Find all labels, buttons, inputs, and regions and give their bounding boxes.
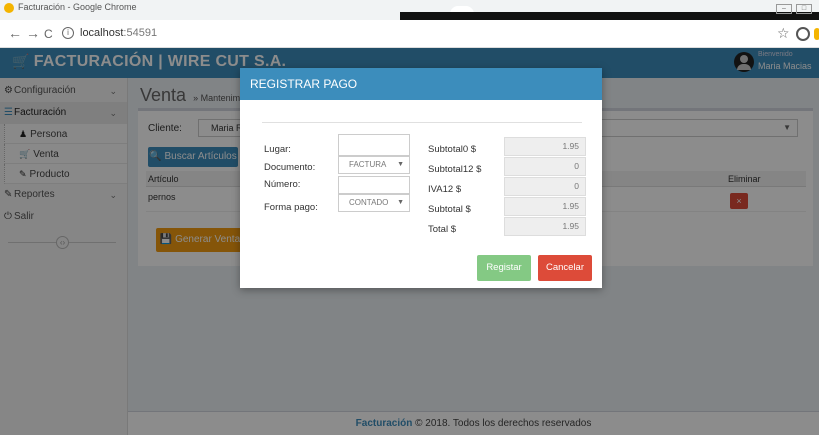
browser-dark-strip: [400, 12, 819, 20]
extension-icon[interactable]: [814, 28, 819, 40]
browser-tab-title: Facturación - Google Chrome: [18, 2, 137, 12]
reload-icon[interactable]: C: [44, 27, 53, 41]
subtotal12-label: Subtotal12 $: [428, 164, 482, 175]
total-value: 1.95: [504, 217, 586, 236]
forma-pago-value: CONTADO: [349, 198, 389, 207]
bookmark-star-icon[interactable]: ☆: [777, 25, 790, 42]
profile-icon[interactable]: [796, 27, 810, 41]
browser-address-bar: ← → C i localhost:54591 ☆: [0, 20, 819, 48]
register-button[interactable]: Registar: [477, 255, 531, 281]
total-label: Total $: [428, 224, 456, 235]
lugar-label: Lugar:: [264, 144, 291, 155]
subtotal12-value: 0: [504, 157, 586, 176]
subtotal-label: Subtotal $: [428, 204, 471, 215]
documento-select[interactable]: FACTURA ▼: [338, 156, 410, 174]
lugar-field[interactable]: [338, 134, 410, 156]
modal-divider: [262, 122, 582, 123]
documento-value: FACTURA: [349, 160, 387, 169]
forma-pago-label: Forma pago:: [264, 202, 318, 213]
subtotal0-label: Subtotal0 $: [428, 144, 477, 155]
cancel-button[interactable]: Cancelar: [538, 255, 592, 281]
iva12-label: IVA12 $: [428, 184, 462, 195]
back-arrow-icon[interactable]: ←: [8, 26, 22, 40]
maximize-icon[interactable]: □: [796, 4, 812, 14]
chrome-favicon-icon: [4, 3, 14, 13]
numero-field[interactable]: [338, 176, 410, 194]
site-info-icon[interactable]: i: [62, 27, 74, 39]
forma-pago-select[interactable]: CONTADO ▼: [338, 194, 410, 212]
url-port: :54591: [123, 27, 158, 39]
subtotal-value: 1.95: [504, 197, 586, 216]
browser-titlebar: Facturación - Google Chrome – □: [0, 0, 819, 22]
modal-title: REGISTRAR PAGO: [240, 68, 602, 100]
minimize-icon[interactable]: –: [776, 4, 792, 14]
numero-label: Número:: [264, 179, 301, 190]
forward-arrow-icon[interactable]: →: [26, 26, 40, 40]
url-host: localhost: [80, 27, 124, 39]
chevron-down-icon: ▼: [397, 199, 404, 206]
documento-label: Documento:: [264, 162, 316, 173]
subtotal0-value: 1.95: [504, 137, 586, 156]
url-field[interactable]: localhost:54591: [80, 27, 157, 39]
chevron-down-icon: ▼: [397, 161, 404, 168]
iva12-value: 0: [504, 177, 586, 196]
register-payment-modal: REGISTRAR PAGO Lugar: Documento: FACTURA…: [240, 68, 602, 288]
